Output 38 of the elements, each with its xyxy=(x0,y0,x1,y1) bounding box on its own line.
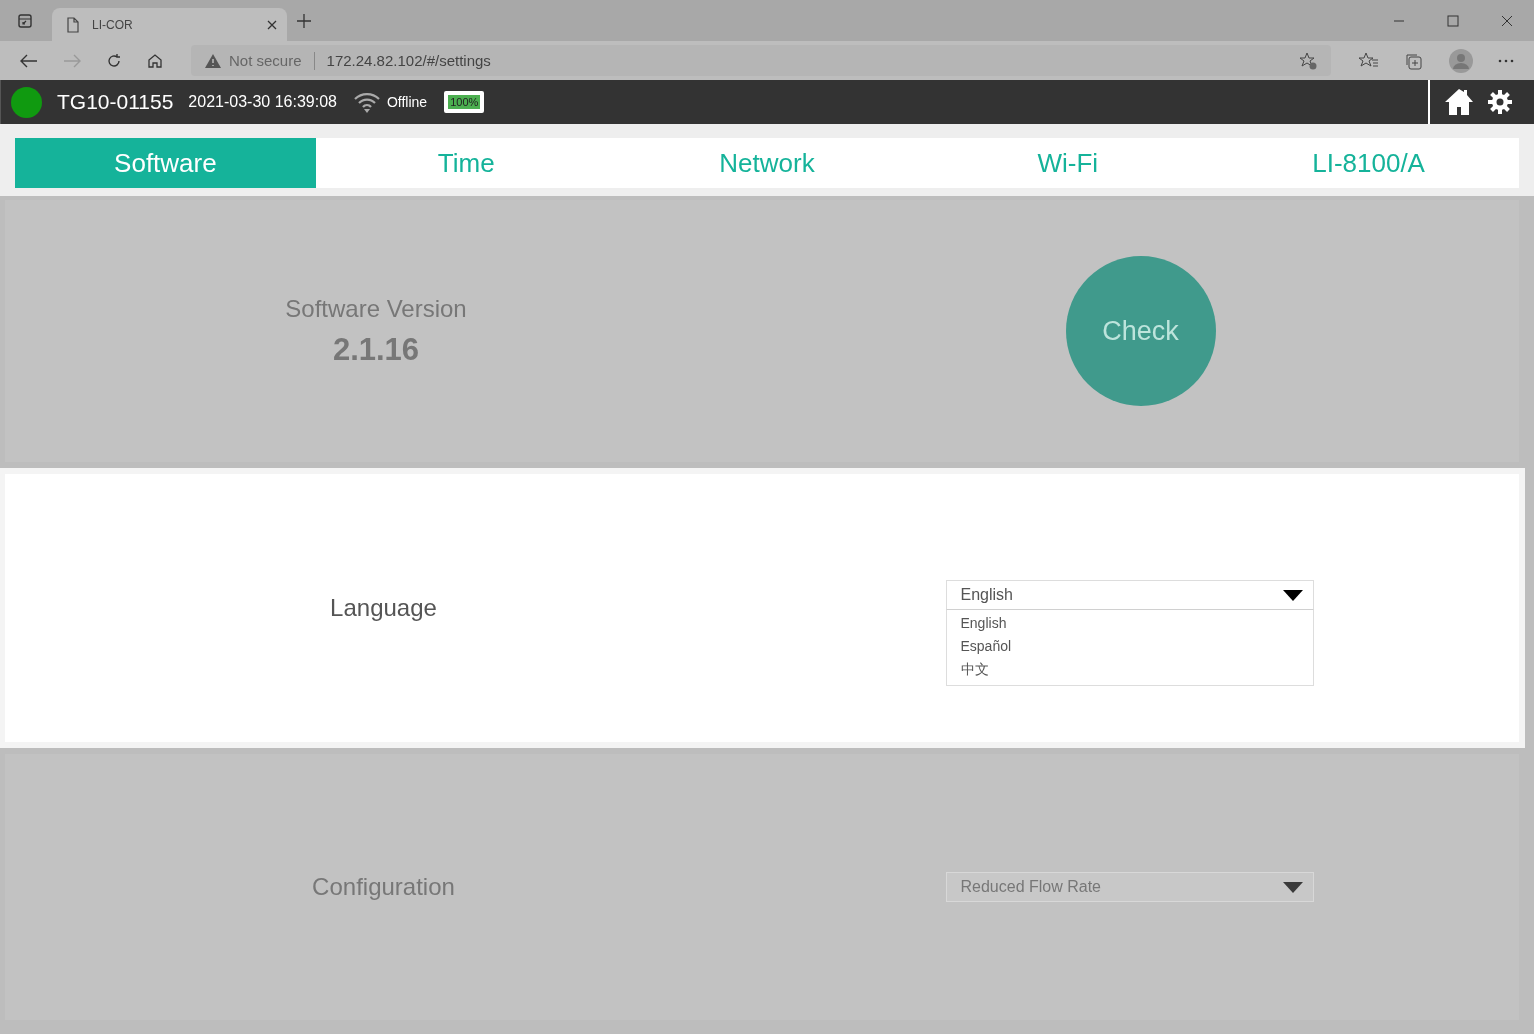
dropdown-option[interactable]: Español xyxy=(946,635,1313,658)
maximize-icon[interactable] xyxy=(1447,14,1459,27)
home-icon[interactable] xyxy=(147,52,163,69)
browser-tab[interactable]: LI-COR xyxy=(52,8,287,41)
home-icon[interactable] xyxy=(1444,88,1474,116)
check-button[interactable]: Check xyxy=(1065,256,1216,406)
status-dot xyxy=(11,86,42,118)
tab[interactable]: Software xyxy=(15,138,316,188)
setting-label: Configuration xyxy=(312,873,455,901)
collections-icon[interactable] xyxy=(1404,51,1424,70)
more-icon[interactable] xyxy=(1498,58,1514,63)
back-icon[interactable] xyxy=(20,53,38,68)
reload-icon[interactable] xyxy=(106,52,122,69)
caret-icon xyxy=(1282,589,1303,601)
dropdown[interactable]: Reduced Flow Rate xyxy=(945,872,1314,902)
page-icon xyxy=(66,16,80,33)
address-field[interactable]: Not secure 172.24.82.102/#/settings xyxy=(191,45,1331,76)
favorites-icon[interactable] xyxy=(1359,51,1379,70)
dropdown-option[interactable]: 中文 xyxy=(946,658,1313,683)
version-label: Software Version xyxy=(285,294,467,323)
version-number: 2.1.16 xyxy=(331,331,421,368)
dropdown-option[interactable]: English xyxy=(946,612,1313,635)
close-icon[interactable] xyxy=(1501,14,1513,27)
setting-label: Language xyxy=(330,594,437,622)
tab-actions-icon[interactable] xyxy=(17,12,33,29)
battery-indicator: 100% xyxy=(444,91,485,113)
date-time: 2021-03-30 16:39:08 xyxy=(188,93,337,111)
close-icon[interactable] xyxy=(267,19,277,30)
settings-icon[interactable] xyxy=(1488,90,1512,114)
network-status: Offline xyxy=(386,94,428,110)
tab-title: LI-COR xyxy=(92,17,133,32)
warning-icon xyxy=(205,53,221,68)
new-tab-icon[interactable] xyxy=(297,13,311,28)
caret-icon xyxy=(1282,881,1303,893)
add-favorite-icon[interactable] xyxy=(1299,51,1317,70)
dropdown[interactable]: English xyxy=(945,580,1314,610)
wifi-icon xyxy=(352,91,381,113)
device-id: TG10-01155 xyxy=(57,90,174,114)
